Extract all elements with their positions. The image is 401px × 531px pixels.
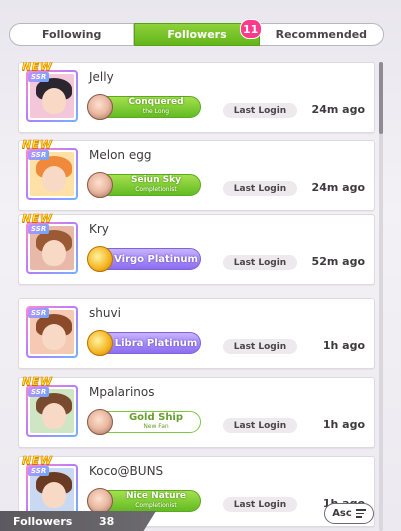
title-line1: Seiun Sky	[131, 175, 181, 185]
trainer-title[interactable]: Seiun Sky Completionist	[87, 172, 201, 198]
trainer-name: Melon egg	[89, 148, 152, 162]
face-shape	[42, 482, 66, 508]
trainer-title[interactable]: Virgo Platinum	[87, 246, 201, 272]
last-login-time: 24m ago	[311, 103, 365, 116]
title-medal-icon	[87, 330, 113, 356]
rarity-badge: SSR	[28, 387, 50, 397]
trainer-title[interactable]: Nice Nature Completionist	[87, 488, 201, 514]
tab-recommended[interactable]: Recommended	[260, 24, 383, 45]
new-badge: NEW	[22, 212, 53, 226]
last-login-label: Last Login	[223, 255, 297, 270]
trainer-avatar[interactable]: SSR NEW	[22, 375, 78, 437]
last-login-label: Last Login	[223, 339, 297, 354]
avatar-frame: SSR	[26, 148, 78, 200]
last-login-label: Last Login	[223, 418, 297, 433]
title-line2: the Long	[142, 108, 170, 115]
title-medal-icon	[87, 409, 113, 435]
sort-lines-icon	[355, 509, 366, 518]
avatar-frame: SSR	[26, 385, 78, 437]
title-line1: Nice Nature	[125, 491, 187, 501]
last-login-time: 52m ago	[311, 255, 365, 268]
trainer-title[interactable]: Conquered the Long	[87, 94, 201, 120]
last-login-time: 1h ago	[322, 339, 365, 352]
last-login-label: Last Login	[223, 181, 297, 196]
title-line2: Completionist	[135, 502, 177, 509]
footer-count: 38	[99, 514, 115, 528]
trainer-name: Jelly	[89, 70, 114, 84]
face-shape	[42, 324, 66, 350]
face-shape	[42, 88, 66, 114]
trainer-avatar[interactable]: SSR NEW	[22, 454, 78, 516]
trainer-name: Koco@BUNS	[89, 464, 164, 478]
rarity-badge: SSR	[28, 72, 50, 82]
title-line1: Gold Ship	[128, 412, 184, 423]
title-medal-icon	[87, 172, 113, 198]
avatar-frame: SSR	[26, 70, 78, 122]
rarity-badge: SSR	[28, 224, 50, 234]
sort-order-button[interactable]: Asc	[324, 503, 374, 524]
footer-label: Followers	[13, 514, 73, 528]
followers-list: SSR NEW Jelly Conquered the Long Last Log…	[18, 62, 375, 531]
trainer-title[interactable]: Gold Ship New Fan	[87, 409, 201, 435]
title-line2: Completionist	[135, 186, 177, 193]
followers-count-badge: 11	[239, 19, 262, 39]
trainer-name: Mpalarinos	[89, 385, 155, 399]
face-shape	[42, 166, 66, 192]
new-badge: NEW	[22, 62, 53, 73]
list-item[interactable]: SSR shuvi Libra Platinum Last Login 1h a…	[18, 298, 375, 369]
trainer-avatar[interactable]: SSR NEW	[22, 212, 78, 274]
scrollbar-thumb[interactable]	[379, 62, 383, 134]
rarity-badge: SSR	[28, 150, 50, 160]
trainer-avatar[interactable]: SSR	[26, 306, 78, 358]
rarity-badge: SSR	[28, 308, 50, 318]
trainer-avatar[interactable]: SSR NEW	[22, 138, 78, 200]
trainer-title[interactable]: Libra Platinum	[87, 330, 201, 356]
last-login-label: Last Login	[223, 497, 297, 512]
title-medal-icon	[87, 488, 113, 514]
list-item[interactable]: SSR NEW Jelly Conquered the Long Last Log…	[18, 62, 375, 133]
sort-label: Asc	[332, 508, 352, 519]
last-login-time: 24m ago	[311, 181, 365, 194]
new-badge: NEW	[22, 138, 53, 152]
new-badge: NEW	[22, 454, 53, 468]
trainer-name: Kry	[89, 222, 109, 236]
title-line1: Libra Platinum	[114, 337, 198, 349]
face-shape	[42, 403, 66, 429]
tab-following[interactable]: Following	[10, 24, 135, 45]
last-login-label: Last Login	[223, 103, 297, 118]
list-item[interactable]: SSR NEW Melon egg Seiun Sky Completionist…	[18, 138, 375, 211]
rarity-badge: SSR	[28, 466, 50, 476]
title-line1: Virgo Platinum	[114, 253, 198, 265]
avatar-frame: SSR	[26, 464, 78, 516]
title-medal-icon	[87, 94, 113, 120]
title-line1: Conquered	[128, 97, 184, 107]
list-item[interactable]: SSR NEW Kry Virgo Platinum Last Login 52…	[18, 212, 375, 285]
last-login-time: 1h ago	[322, 418, 365, 431]
new-badge: NEW	[22, 375, 53, 389]
trainer-name: shuvi	[89, 306, 121, 320]
face-shape	[42, 240, 66, 266]
title-line2: New Fan	[143, 423, 169, 430]
tab-followers-label: Followers	[167, 28, 227, 41]
avatar-frame: SSR	[26, 306, 78, 358]
title-medal-icon	[87, 246, 113, 272]
followers-footer: Followers 38	[0, 511, 156, 531]
trainer-avatar[interactable]: SSR NEW	[22, 62, 78, 122]
list-item[interactable]: SSR NEW Mpalarinos Gold Ship New Fan Last…	[18, 375, 375, 448]
tab-followers[interactable]: Followers 11	[134, 19, 262, 46]
avatar-frame: SSR	[26, 222, 78, 274]
follow-tabs: Following Followers 11 Recommended	[9, 19, 384, 46]
